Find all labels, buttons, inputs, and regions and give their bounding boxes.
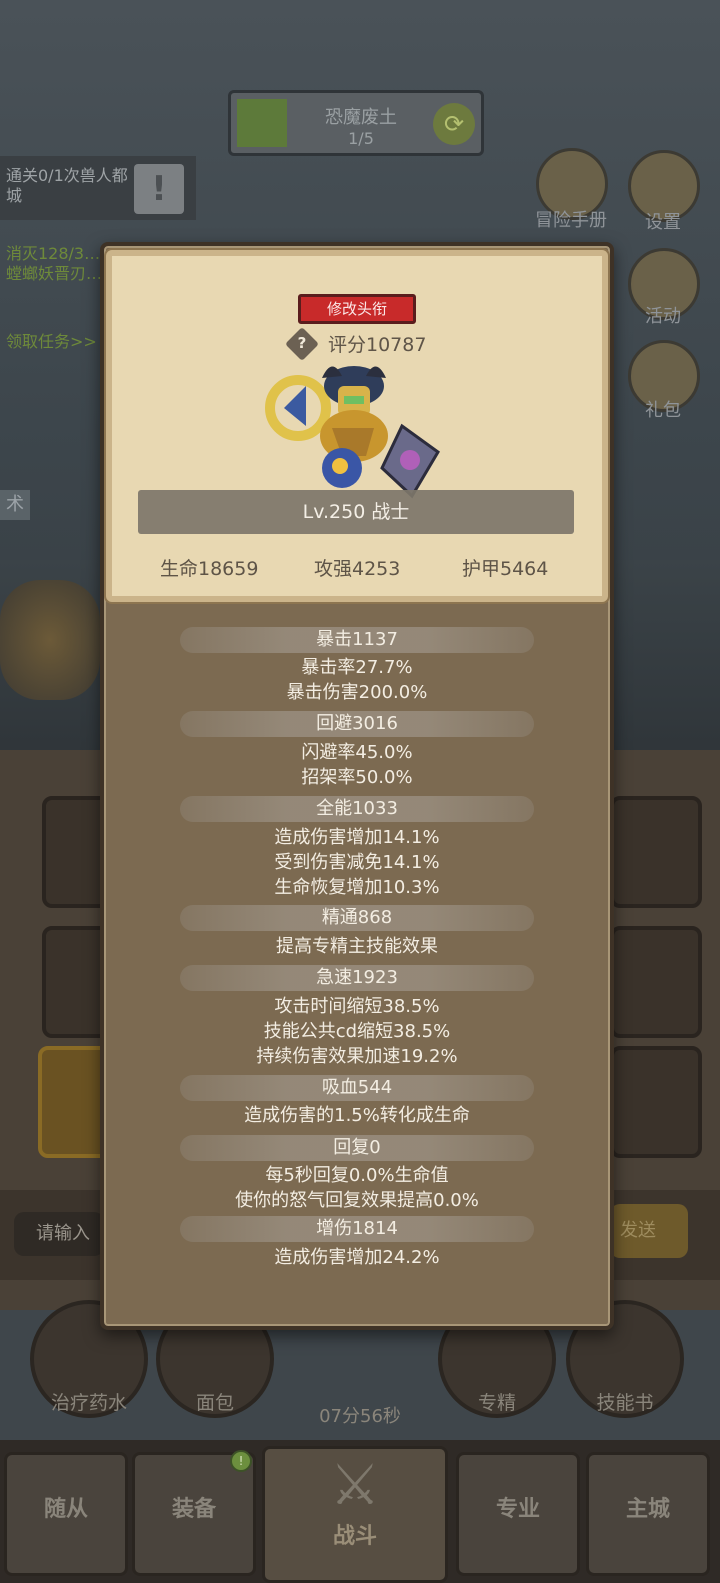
stat-detail: 暴击伤害200.0% (286, 682, 428, 703)
side-menu-label-handbook: 冒险手册 (535, 210, 607, 231)
help-icon-glyph: ? (297, 334, 307, 352)
warrior-portrait (265, 366, 440, 499)
side-menu-label-settings: 设置 (645, 212, 681, 233)
stat-header-regen: 回复0 (180, 1135, 534, 1161)
stat-detail: 持续伤害效果加速19.2% (256, 1046, 458, 1067)
stat-detail: 攻击时间缩短38.5% (274, 996, 440, 1017)
stat-detail: 提高专精主技能效果 (276, 936, 438, 957)
stage-name: 恐魔废土 (325, 107, 397, 128)
stat-header-avoidance: 回避3016 (180, 711, 534, 737)
tab-label: 专业 (495, 1497, 540, 1522)
side-menu-label-gift: 礼包 (645, 400, 681, 421)
stage-thumbnail (237, 99, 287, 147)
skill-tag: 术 (0, 490, 30, 520)
score-label: 评分10787 (328, 334, 427, 356)
stat-detail: 生命恢复增加10.3% (274, 877, 440, 898)
item-label-mastery: 专精 (477, 1392, 516, 1414)
stat-detail: 造成伤害增加24.2% (274, 1247, 440, 1268)
treasure-timer: 07分56秒 (319, 1406, 401, 1427)
armor-stat: 护甲5464 (462, 558, 549, 580)
stat-header-crit: 暴击1137 (180, 627, 534, 653)
equipment-slot (610, 1046, 702, 1158)
claim-quest-link[interactable]: 领取任务>> (6, 332, 97, 352)
stat-detail: 使你的怒气回复效果提高0.0% (235, 1190, 479, 1211)
tab-followers[interactable]: 随从 (4, 1452, 128, 1576)
quest-text-secondary: 消灭128/3… 螳螂妖晋刃… (6, 244, 103, 283)
level-class-label: Lv.250 战士 (138, 490, 574, 534)
equipment-slot (610, 796, 702, 908)
change-title-button[interactable]: 修改头衔 (298, 294, 416, 324)
stat-detail: 闪避率45.0% (301, 742, 413, 763)
stat-detail: 技能公共cd缩短38.5% (263, 1021, 451, 1042)
attack-stat: 攻强4253 (314, 558, 401, 580)
tab-label: 装备 (171, 1497, 216, 1522)
tab-main-city[interactable]: 主城 (586, 1452, 710, 1576)
item-label-bread: 面包 (195, 1392, 234, 1414)
stat-detail: 受到伤害减免14.1% (274, 852, 440, 873)
item-label-skill-book: 技能书 (596, 1392, 654, 1414)
stat-header-mastery: 精通868 (180, 905, 534, 931)
battle-hero-sprite (0, 580, 100, 700)
quest-text: 通关0/1次兽人都城 (6, 166, 128, 205)
hp-stat: 生命18659 (160, 558, 259, 580)
tab-profession[interactable]: 专业 (456, 1452, 580, 1576)
item-label-potion: 治疗药水 (50, 1392, 127, 1414)
tab-label: 战斗 (332, 1524, 377, 1549)
stat-detail: 招架率50.0% (301, 767, 413, 788)
stat-detail: 造成伤害的1.5%转化成生命 (244, 1105, 470, 1126)
equipment-slot (610, 926, 702, 1038)
tab-label: 随从 (43, 1497, 88, 1522)
stat-detail: 造成伤害增加14.1% (274, 827, 440, 848)
stat-detail: 暴击率27.7% (301, 657, 413, 678)
stat-header-damage-bonus: 增伤1814 (180, 1216, 534, 1242)
side-menu-label-events: 活动 (645, 306, 681, 327)
stage-indicator[interactable]: 恐魔废土 1/5 ⟳ (228, 90, 484, 156)
chat-input[interactable]: 请输入 (14, 1212, 104, 1256)
tab-label: 主城 (625, 1497, 670, 1522)
send-button[interactable]: 发送 (610, 1204, 688, 1258)
notification-badge-icon: ! (230, 1450, 252, 1472)
alert-icon[interactable]: ! (134, 164, 184, 214)
crossed-swords-icon: ⚔ (329, 1453, 381, 1518)
quest-tracker[interactable]: 通关0/1次兽人都城 ! (0, 156, 196, 220)
stage-progress: 1/5 (348, 129, 374, 148)
stat-detail: 每5秒回复0.0%生命值 (265, 1165, 449, 1186)
stat-header-haste: 急速1923 (180, 965, 534, 991)
refresh-icon[interactable]: ⟳ (433, 103, 475, 145)
stat-header-leech: 吸血544 (180, 1075, 534, 1101)
tab-battle[interactable]: ⚔ 战斗 (262, 1446, 448, 1583)
stat-header-versatility: 全能1033 (180, 796, 534, 822)
